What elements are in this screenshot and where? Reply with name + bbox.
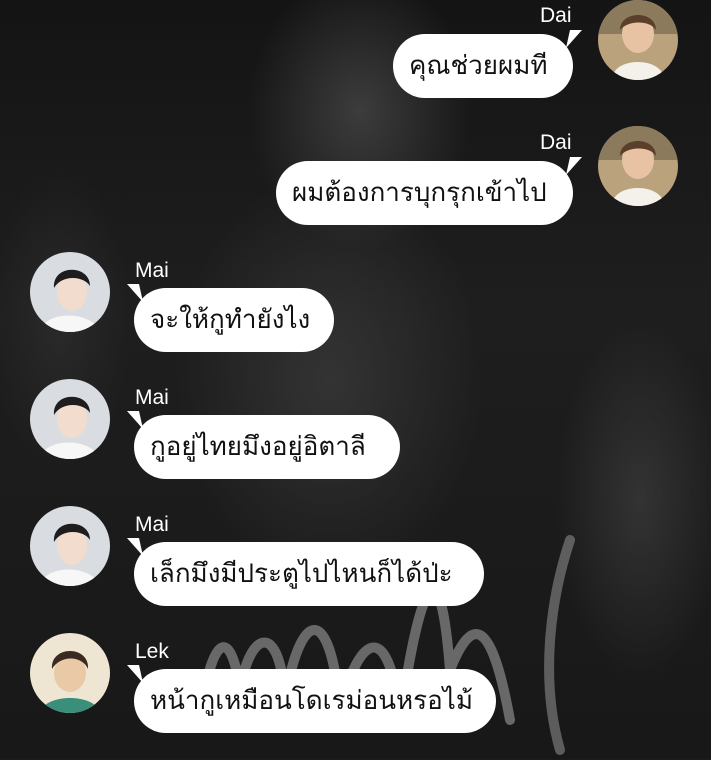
- message-row: Lek หน้ากูเหมือนโดเรม่อนหรอไม้: [0, 0, 711, 740]
- sender-name: Lek: [135, 640, 169, 663]
- message-bubble[interactable]: หน้ากูเหมือนโดเรม่อนหรอไม้: [134, 669, 496, 733]
- avatar-lek[interactable]: [30, 633, 110, 713]
